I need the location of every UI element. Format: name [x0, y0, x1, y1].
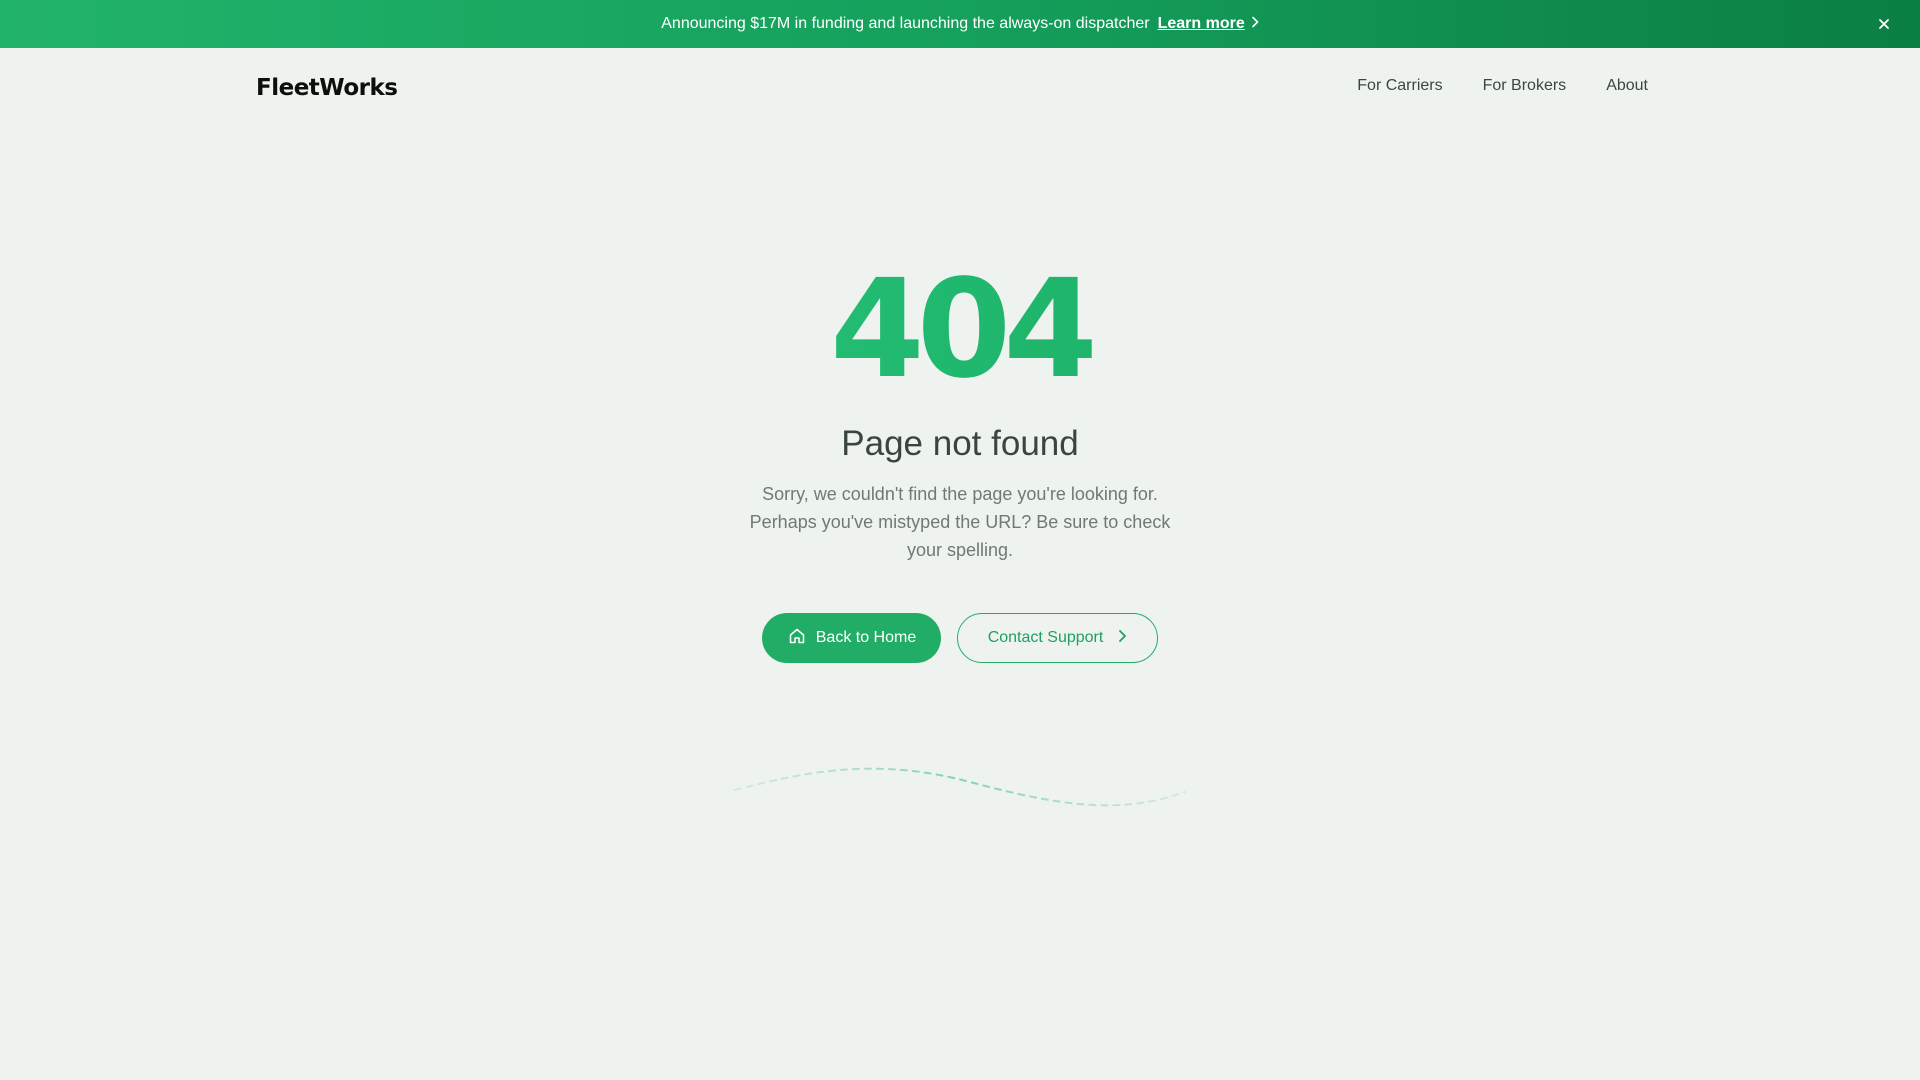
- back-to-home-label: Back to Home: [815, 629, 917, 646]
- nav-item-about[interactable]: About: [1606, 77, 1648, 95]
- nav-item-for-brokers[interactable]: For Brokers: [1483, 77, 1567, 95]
- close-icon[interactable]: [1874, 14, 1894, 34]
- page-title: Page not found: [841, 424, 1079, 463]
- nav-item-for-carriers[interactable]: For Carriers: [1357, 77, 1442, 95]
- logo-text: FleetWorks: [256, 75, 398, 101]
- chevron-right-icon: [1117, 629, 1127, 648]
- learn-more-link[interactable]: Learn more: [1158, 15, 1259, 33]
- announcement-text: Announcing $17M in funding and launching…: [661, 15, 1150, 32]
- announcement-content: Announcing $17M in funding and launching…: [661, 15, 1259, 33]
- back-to-home-button[interactable]: Back to Home: [762, 613, 941, 663]
- error-description: Sorry, we couldn't find the page you're …: [749, 484, 1171, 560]
- main-nav: For Carriers For Brokers About: [1357, 77, 1648, 95]
- contact-support-button[interactable]: Contact Support: [957, 613, 1158, 663]
- fleetworks-logo[interactable]: FleetWorks: [256, 74, 398, 102]
- site-header: FleetWorks For Carriers For Brokers Abou…: [0, 48, 1920, 128]
- learn-more-label: Learn more: [1157, 15, 1245, 32]
- error-code: 404: [0, 250, 1920, 410]
- chevron-right-icon: [1251, 15, 1259, 33]
- home-icon: [787, 626, 807, 651]
- announcement-bar: Announcing $17M in funding and launching…: [0, 0, 1920, 48]
- contact-support-label: Contact Support: [987, 629, 1104, 646]
- decorative-wave: [730, 760, 1190, 825]
